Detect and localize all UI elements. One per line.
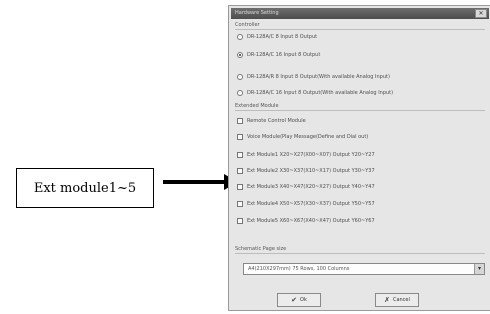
- checkbox-icon[interactable]: [237, 184, 243, 190]
- radio-checked-icon[interactable]: [237, 52, 243, 58]
- radio-icon[interactable]: [237, 74, 243, 80]
- checkbox-icon[interactable]: [237, 201, 243, 207]
- checkbox-icon[interactable]: [237, 134, 243, 140]
- extended-group-label: Extended Module: [235, 103, 279, 109]
- schematic-group-divider: [235, 253, 485, 254]
- page-size-value: A4(210X297mm) 75 Rows, 100 Columns: [248, 266, 350, 272]
- ok-button[interactable]: ✔ Ok: [277, 293, 321, 307]
- cancel-button-label: Cancel: [392, 297, 410, 303]
- callout-box: Ext module1~5: [16, 168, 154, 208]
- checkbox-icon[interactable]: [237, 118, 243, 124]
- callout-arrow-shaft: [163, 180, 226, 184]
- close-icon: ✕: [478, 10, 484, 17]
- dialog-titlebar: Hardware Setting ✕: [231, 8, 489, 19]
- ok-button-label: Ok: [300, 297, 307, 303]
- ext-item-module1[interactable]: Ext Module1 X20~X27(X00~X07) Output Y20~…: [237, 150, 375, 160]
- ext-item-module4[interactable]: Ext Module4 X50~X57(X30~X37) Output Y50~…: [237, 199, 375, 209]
- callout-label: Ext module1~5: [33, 180, 137, 196]
- close-button[interactable]: ✕: [475, 9, 487, 18]
- controller-option-2[interactable]: DR-128A/C 16 Input 8 Output: [237, 50, 320, 60]
- ext-item-remote-control[interactable]: Remote Control Module: [237, 116, 306, 126]
- ext-item-voice-module[interactable]: Voice Module(Play Message(Define and Dia…: [237, 132, 368, 142]
- page-size-select[interactable]: A4(210X297mm) 75 Rows, 100 Columns ▾: [243, 263, 485, 275]
- radio-icon[interactable]: [237, 90, 243, 96]
- hardware-setting-dialog: Hardware Setting ✕ Controller DR-128A/C …: [228, 5, 490, 311]
- controller-group-label: Controller: [235, 22, 260, 28]
- checkbox-icon[interactable]: [237, 168, 243, 174]
- chevron-down-icon[interactable]: ▾: [474, 264, 484, 274]
- extended-group-divider: [235, 110, 485, 111]
- controller-option-4[interactable]: DR-128A/C 16 Input 8 Output(With availab…: [237, 88, 393, 98]
- checkbox-icon[interactable]: [237, 152, 243, 158]
- ext-item-module5[interactable]: Ext Module5 X60~X67(X40~X47) Output Y60~…: [237, 216, 375, 226]
- ext-item-module3[interactable]: Ext Module3 X40~X47(X20~X27) Output Y40~…: [237, 182, 375, 192]
- checkmark-icon: ✔: [291, 296, 298, 304]
- checkbox-icon[interactable]: [237, 218, 243, 224]
- ext-item-module2[interactable]: Ext Module2 X30~X37(X10~X17) Output Y30~…: [237, 166, 375, 176]
- schematic-group-label: Schematic Page size: [235, 246, 287, 252]
- controller-group-divider: [235, 29, 485, 30]
- cancel-button[interactable]: ✗ Cancel: [375, 293, 419, 307]
- radio-icon[interactable]: [237, 34, 243, 40]
- cancel-x-icon: ✗: [384, 296, 390, 304]
- controller-option-3[interactable]: DR-128A/R 8 Input 8 Output(With availabl…: [237, 72, 390, 82]
- controller-option-1[interactable]: DR-128A/C 8 Input 8 Output: [237, 32, 317, 42]
- dialog-title: Hardware Setting: [235, 10, 279, 16]
